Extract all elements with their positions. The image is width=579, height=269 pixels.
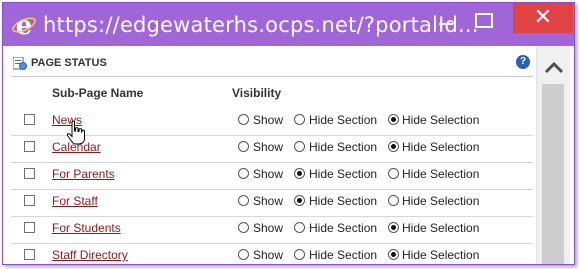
sub-page-link[interactable]: For Students bbox=[52, 221, 121, 235]
page-status-icon bbox=[13, 57, 27, 70]
radio-label-hide-section: Hide Section bbox=[309, 221, 378, 235]
sub-page-link[interactable]: Staff Directory bbox=[52, 248, 128, 262]
row-checkbox[interactable] bbox=[24, 114, 35, 125]
radio-label-hide-section: Hide Section bbox=[309, 248, 378, 262]
radio-show[interactable] bbox=[238, 141, 249, 152]
radio-label-show: Show bbox=[253, 167, 284, 181]
table-row: Staff Directory Show Hide Section Hide Sele… bbox=[11, 244, 533, 264]
table-row: Calendar Show Hide Section Hide Selection bbox=[11, 136, 533, 163]
sub-page-link[interactable]: For Staff bbox=[52, 194, 98, 208]
radio-hide-selection[interactable] bbox=[388, 114, 399, 125]
radio-hide-section[interactable] bbox=[294, 195, 305, 206]
radio-label-hide-section: Hide Section bbox=[309, 194, 378, 208]
minimize-button[interactable] bbox=[429, 3, 463, 33]
table-row: For Students Show Hide Section Hide Selecti… bbox=[11, 217, 533, 244]
radio-show[interactable] bbox=[238, 114, 249, 125]
radio-label-hide-selection: Hide Selection bbox=[402, 194, 480, 208]
radio-hide-selection[interactable] bbox=[388, 249, 399, 260]
radio-hide-section[interactable] bbox=[294, 222, 305, 233]
radio-show[interactable] bbox=[238, 249, 249, 260]
radio-label-hide-selection: Hide Selection bbox=[402, 221, 480, 235]
radio-label-hide-section: Hide Section bbox=[309, 167, 378, 181]
row-checkbox[interactable] bbox=[24, 222, 35, 233]
radio-label-show: Show bbox=[253, 140, 284, 154]
header-divider bbox=[11, 76, 533, 77]
radio-label-hide-selection: Hide Selection bbox=[402, 140, 480, 154]
radio-label-show: Show bbox=[253, 113, 284, 127]
radio-hide-section[interactable] bbox=[294, 141, 305, 152]
chevron-up-icon[interactable] bbox=[544, 60, 564, 74]
radio-label-hide-selection: Hide Selection bbox=[402, 167, 480, 181]
table-row: For Staff Show Hide Section Hide Selection bbox=[11, 190, 533, 217]
title-bar[interactable]: e https://edgewaterhs.ocps.net/?portalId… bbox=[3, 3, 574, 46]
browser-window: e https://edgewaterhs.ocps.net/?portalId… bbox=[2, 2, 575, 265]
radio-label-show: Show bbox=[253, 221, 284, 235]
row-checkbox[interactable] bbox=[24, 141, 35, 152]
scroll-thumb[interactable] bbox=[542, 84, 564, 264]
vertical-scrollbar[interactable] bbox=[536, 46, 570, 264]
row-checkbox[interactable] bbox=[24, 195, 35, 206]
maximize-button[interactable] bbox=[465, 3, 501, 33]
radio-hide-selection[interactable] bbox=[388, 195, 399, 206]
radio-show[interactable] bbox=[238, 222, 249, 233]
radio-label-hide-selection: Hide Selection bbox=[402, 248, 480, 262]
radio-label-hide-selection: Hide Selection bbox=[402, 113, 480, 127]
column-header-sub-page-name: Sub-Page Name bbox=[52, 86, 144, 100]
column-header-visibility: Visibility bbox=[232, 86, 282, 100]
url-bar[interactable]: https://edgewaterhs.ocps.net/?portalId..… bbox=[43, 10, 479, 40]
internet-explorer-icon: e bbox=[12, 12, 36, 38]
radio-hide-selection[interactable] bbox=[388, 141, 399, 152]
page-content: PAGE STATUS ? Sub-Page Name Visibility N… bbox=[11, 46, 533, 264]
hand-pointer-icon bbox=[66, 120, 85, 145]
radio-label-show: Show bbox=[253, 248, 284, 262]
radio-show[interactable] bbox=[238, 195, 249, 206]
panel-header: PAGE STATUS ? bbox=[11, 55, 533, 73]
radio-label-show: Show bbox=[253, 194, 284, 208]
panel-title: PAGE STATUS bbox=[31, 57, 107, 69]
radio-label-hide-section: Hide Section bbox=[309, 140, 378, 154]
table-row: For Parents Show Hide Section Hide Selectio… bbox=[11, 163, 533, 190]
radio-hide-selection[interactable] bbox=[388, 222, 399, 233]
close-button[interactable]: ✕ bbox=[513, 3, 573, 33]
radio-hide-selection[interactable] bbox=[388, 168, 399, 179]
radio-show[interactable] bbox=[238, 168, 249, 179]
help-icon[interactable]: ? bbox=[516, 55, 530, 69]
row-checkbox[interactable] bbox=[24, 249, 35, 260]
radio-label-hide-section: Hide Section bbox=[309, 113, 378, 127]
table-row: News Show Hide Section Hide Selection bbox=[11, 109, 533, 136]
radio-hide-section[interactable] bbox=[294, 168, 305, 179]
sub-page-link[interactable]: For Parents bbox=[52, 167, 115, 181]
svg-text:e: e bbox=[16, 12, 33, 38]
row-checkbox[interactable] bbox=[24, 168, 35, 179]
radio-hide-section[interactable] bbox=[294, 114, 305, 125]
radio-hide-section[interactable] bbox=[294, 249, 305, 260]
